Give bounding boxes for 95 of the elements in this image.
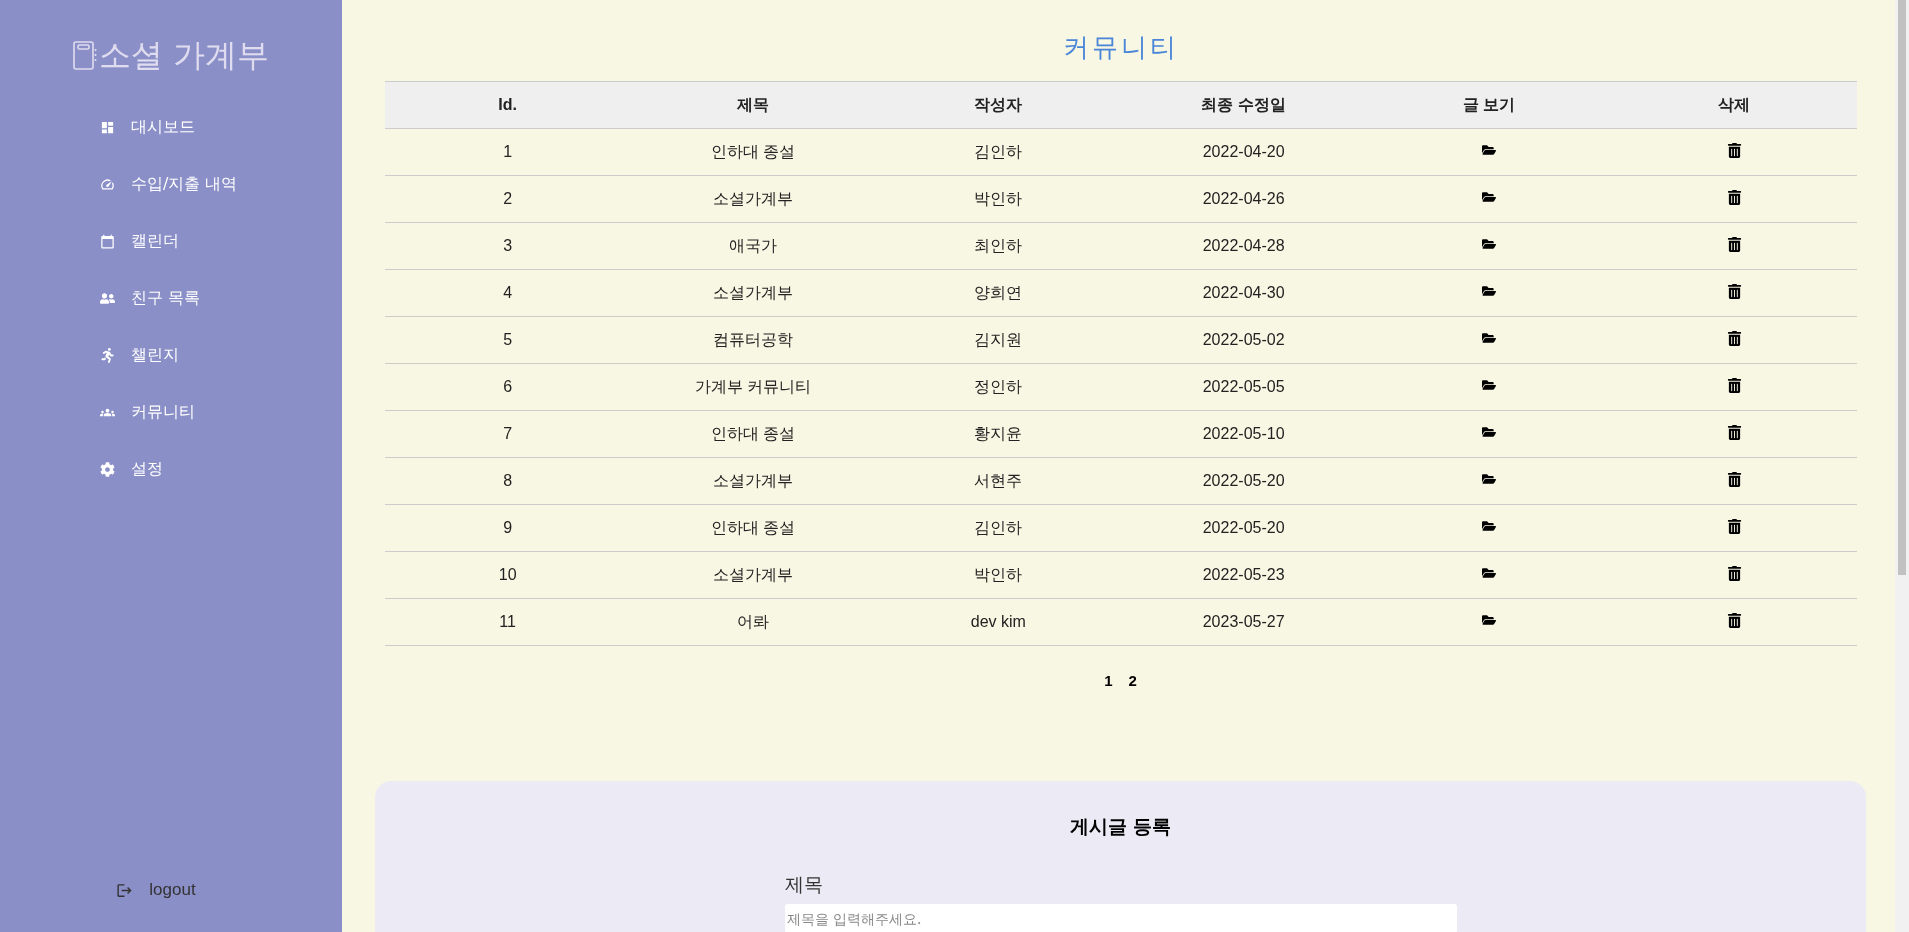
table-cell: 김지원 bbox=[974, 330, 1023, 348]
table-cell: 2022-05-20 bbox=[1202, 472, 1285, 489]
table-cell: 10 bbox=[498, 566, 517, 583]
logout-icon bbox=[116, 881, 134, 899]
table-cell: 소셜가계부 bbox=[713, 189, 793, 207]
table-cell: 소셜가계부 bbox=[713, 565, 793, 583]
trash-icon[interactable] bbox=[1726, 142, 1742, 158]
page-title: 커뮤니티 bbox=[1061, 31, 1180, 64]
table-cell: 11 bbox=[499, 613, 516, 630]
people-icon bbox=[100, 290, 115, 306]
sidebar-menu-item[interactable]: 수입/지출 내역 bbox=[100, 167, 238, 201]
table-cell: 양희연 bbox=[974, 283, 1023, 301]
sidebar-menu-item[interactable]: 챌린지 bbox=[100, 338, 238, 372]
sidebar-menu-item[interactable]: 친구 목록 bbox=[100, 281, 238, 315]
table-cell: 최인하 bbox=[974, 236, 1023, 254]
table-cell: 2022-04-26 bbox=[1202, 190, 1285, 207]
trash-icon[interactable] bbox=[1726, 330, 1742, 346]
notebook-icon bbox=[72, 41, 97, 71]
trash-icon[interactable] bbox=[1726, 424, 1742, 440]
table-cell: 2022-05-02 bbox=[1202, 331, 1285, 348]
column-header: 최종 수정일 bbox=[1121, 81, 1367, 129]
open-folder-icon[interactable] bbox=[1481, 237, 1496, 251]
open-folder-icon[interactable] bbox=[1481, 566, 1496, 580]
table-cell: 김인하 bbox=[974, 142, 1023, 160]
table-cell: 2023-05-27 bbox=[1202, 613, 1285, 630]
table-cell: 가계부 커뮤니티 bbox=[694, 377, 812, 395]
open-folder-icon[interactable] bbox=[1481, 331, 1496, 345]
column-header: Id. bbox=[385, 81, 631, 129]
table-cell: 9 bbox=[503, 519, 513, 536]
app-logo-text: 소셜 가계부 bbox=[98, 35, 270, 76]
open-folder-icon[interactable] bbox=[1481, 143, 1496, 157]
sidebar-menu-item[interactable]: 캘린더 bbox=[100, 224, 238, 258]
column-header: 작성자 bbox=[875, 81, 1121, 129]
table-cell: 2 bbox=[503, 190, 513, 207]
table-cell: 소셜가계부 bbox=[713, 283, 793, 301]
table-cell: 소셜가계부 bbox=[713, 471, 793, 489]
open-folder-icon[interactable] bbox=[1481, 613, 1496, 627]
open-folder-icon[interactable] bbox=[1481, 472, 1496, 486]
column-header: 글 보기 bbox=[1366, 81, 1612, 129]
sidebar-menu-item[interactable]: 커뮤니티 bbox=[100, 395, 238, 429]
sidebar-menu-item[interactable]: 대시보드 bbox=[100, 110, 238, 144]
title-input-field[interactable]: 제목을 입력해주세요. bbox=[784, 904, 1457, 932]
table-cell: 서현주 bbox=[974, 471, 1023, 489]
table-cell: 2022-05-05 bbox=[1202, 378, 1285, 395]
table-cell: 컴퓨터공학 bbox=[713, 330, 793, 348]
table-cell: 황지윤 bbox=[974, 424, 1023, 442]
column-header: 제목 bbox=[630, 81, 876, 129]
sidebar-menu-item[interactable]: 설정 bbox=[100, 452, 238, 486]
table-cell: 2022-04-20 bbox=[1202, 143, 1285, 160]
table-cell: 2022-05-10 bbox=[1202, 425, 1285, 442]
field-label: 제목 bbox=[784, 872, 824, 897]
table-cell: dev kim bbox=[970, 613, 1026, 630]
page-link[interactable]: 2 bbox=[1128, 672, 1137, 689]
table-cell: 7 bbox=[503, 425, 513, 442]
open-folder-icon[interactable] bbox=[1481, 519, 1496, 533]
open-folder-icon[interactable] bbox=[1481, 190, 1496, 204]
calendar-icon bbox=[100, 233, 115, 249]
open-folder-icon[interactable] bbox=[1481, 425, 1496, 439]
settings-icon bbox=[100, 461, 115, 477]
table-cell: 2022-04-30 bbox=[1202, 284, 1285, 301]
trash-icon[interactable] bbox=[1726, 612, 1742, 628]
page-link[interactable]: 1 bbox=[1104, 672, 1113, 689]
table-cell: 6 bbox=[503, 378, 513, 395]
form-title: 게시글 등록 bbox=[1070, 815, 1171, 839]
table-cell: 인하대 종설 bbox=[710, 142, 796, 160]
table-cell: 인하대 종설 bbox=[710, 518, 796, 536]
trash-icon[interactable] bbox=[1726, 518, 1742, 534]
table-cell: 2022-05-20 bbox=[1202, 519, 1285, 536]
column-header: 삭제 bbox=[1611, 81, 1857, 129]
table-cell: 2022-05-23 bbox=[1202, 566, 1285, 583]
trash-icon[interactable] bbox=[1726, 236, 1742, 252]
table-cell: 5 bbox=[503, 331, 513, 348]
trash-icon[interactable] bbox=[1726, 471, 1742, 487]
table-cell: 김인하 bbox=[974, 518, 1023, 536]
trash-icon[interactable] bbox=[1726, 377, 1742, 393]
trash-icon[interactable] bbox=[1726, 283, 1742, 299]
gauge-icon bbox=[100, 176, 115, 192]
table-cell: 박인하 bbox=[974, 565, 1023, 583]
open-folder-icon[interactable] bbox=[1481, 284, 1496, 298]
table-cell: 4 bbox=[503, 284, 513, 301]
dashboard-icon bbox=[100, 119, 115, 135]
table-cell: 3 bbox=[503, 237, 513, 254]
table-cell: 정인하 bbox=[974, 377, 1023, 395]
logout-link[interactable]: logout bbox=[116, 880, 196, 900]
runner-icon bbox=[100, 347, 115, 363]
table-cell: 8 bbox=[503, 472, 513, 489]
trash-icon[interactable] bbox=[1726, 189, 1742, 205]
table-cell: 어롸 bbox=[737, 612, 769, 630]
table-cell: 박인하 bbox=[974, 189, 1023, 207]
trash-icon[interactable] bbox=[1726, 565, 1742, 581]
table-cell: 2022-04-28 bbox=[1202, 237, 1285, 254]
open-folder-icon[interactable] bbox=[1481, 378, 1496, 392]
table-cell: 애국가 bbox=[729, 236, 777, 254]
table-cell: 1 bbox=[503, 143, 513, 160]
table-cell: 인하대 종설 bbox=[710, 424, 796, 442]
